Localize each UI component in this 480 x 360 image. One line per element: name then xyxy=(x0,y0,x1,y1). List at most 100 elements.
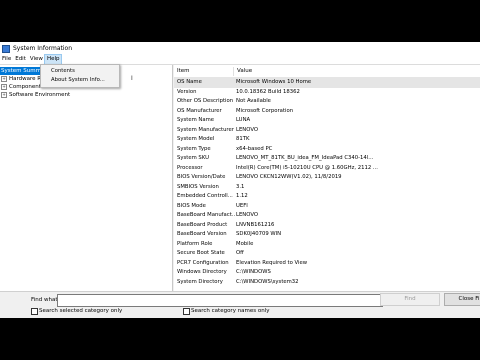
row-item-cell: Platform Role xyxy=(177,240,213,247)
column-header-item[interactable]: Item xyxy=(174,67,234,76)
row-value-cell: Off xyxy=(236,250,244,256)
table-row[interactable]: BIOS Version/Date LENOVO CKCN12WW(V1.02),… xyxy=(174,173,480,183)
help-menu-dropdown: Contents About System Info... xyxy=(40,64,120,88)
row-value-cell: LNVNB161216 xyxy=(236,221,275,228)
menu-help[interactable]: Help xyxy=(43,54,63,65)
row-item-cell: BaseBoard Manufact... xyxy=(177,212,235,218)
search-category-names-label: Search category names only xyxy=(191,308,270,314)
table-row[interactable]: System Manufacturer LENOVO xyxy=(174,126,480,136)
row-value-cell: 3.1 xyxy=(236,183,245,190)
row-item-cell: System Name xyxy=(177,117,215,123)
row-value-cell: 81TK xyxy=(236,136,250,142)
table-row[interactable]: System Type x64-based PC xyxy=(174,145,480,155)
tree-item-software-environment[interactable]: + Software Environment xyxy=(0,91,70,99)
table-row[interactable]: BaseBoard Product LNVNB161216 xyxy=(174,221,480,231)
table-row[interactable]: Embedded Controll... 1.12 xyxy=(174,192,480,202)
table-row[interactable]: BIOS Mode UEFI xyxy=(174,202,480,212)
title-bar: System Information xyxy=(0,42,480,55)
close-find-button[interactable]: Close Fi xyxy=(444,293,480,306)
tree-item-hardware-resources[interactable]: + Hardware R xyxy=(0,75,41,83)
menu-edit[interactable]: Edit xyxy=(13,55,28,64)
expand-plus-icon[interactable]: + xyxy=(1,92,7,98)
row-value-cell: x64-based PC xyxy=(236,145,273,152)
table-row[interactable]: OS Name Microsoft Windows 10 Home xyxy=(174,78,480,88)
system-info-app-icon xyxy=(2,44,10,53)
row-item-cell: PCR7 Configuration xyxy=(177,259,229,266)
table-row[interactable]: System SKU LENOVO_MT_81TK_BU_idea_FM_Idea… xyxy=(174,154,480,164)
row-item-cell: OS Name xyxy=(177,79,202,85)
row-value-cell: LENOVO_MT_81TK_BU_idea_FM_IdeaPad C340-1… xyxy=(236,155,374,161)
find-input[interactable] xyxy=(57,294,383,307)
tree-item-components[interactable]: + Components xyxy=(0,83,44,91)
row-item-cell: Windows Directory xyxy=(177,269,227,275)
table-row[interactable]: Other OS Description Not Available xyxy=(174,97,480,107)
menu-file[interactable]: File xyxy=(0,55,13,64)
row-value-cell: SDK0J40709 WIN xyxy=(236,231,282,237)
row-value-cell: 1.12 xyxy=(236,193,248,199)
row-value-cell: Microsoft Corporation xyxy=(236,107,294,114)
details-list: Item Value OS Name Microsoft Windows 10 H… xyxy=(174,65,480,291)
row-value-cell: Mobile xyxy=(236,240,254,247)
row-value-cell: LUNA xyxy=(236,117,251,123)
row-item-cell: BaseBoard Product xyxy=(177,221,228,228)
row-item-cell: System SKU xyxy=(177,155,210,161)
table-row[interactable]: Windows Directory C:\WINDOWS xyxy=(174,268,480,278)
help-menu-contents[interactable]: Contents xyxy=(51,67,75,76)
row-item-cell: Processor xyxy=(177,164,203,171)
table-row[interactable]: System Name LUNA xyxy=(174,116,480,126)
row-value-cell: C:\WINDOWS\system32 xyxy=(236,278,299,285)
system-information-window: System Information File Edit View Help S… xyxy=(0,42,480,318)
row-item-cell: System Model xyxy=(177,136,215,142)
mouse-cursor-icon: I xyxy=(131,75,133,82)
row-item-cell: SMBIOS Version xyxy=(177,183,219,190)
table-row[interactable]: BaseBoard Version SDK0J40709 WIN xyxy=(174,230,480,240)
row-value-cell: Elevation Required to View xyxy=(236,259,308,266)
table-row[interactable]: Platform Role Mobile xyxy=(174,240,480,250)
row-value-cell: C:\WINDOWS xyxy=(236,269,271,275)
expand-plus-icon[interactable]: + xyxy=(1,76,7,82)
row-value-cell: Not Available xyxy=(236,98,271,104)
column-header-value[interactable]: Value xyxy=(234,67,480,76)
row-value-cell: LENOVO CKCN12WW(V1.02), 11/8/2019 xyxy=(236,174,342,180)
row-item-cell: Other OS Description xyxy=(177,98,234,104)
help-menu-about[interactable]: About System Info... xyxy=(51,76,105,85)
row-item-cell: System Manufacturer xyxy=(177,126,234,133)
search-selected-category-checkbox[interactable] xyxy=(31,308,38,315)
row-value-cell: LENOVO xyxy=(236,126,259,133)
row-item-cell: System Directory xyxy=(177,278,223,285)
table-row[interactable]: SMBIOS Version 3.1 xyxy=(174,183,480,193)
tree-item-label: Components xyxy=(9,84,44,90)
find-button[interactable]: Find xyxy=(380,293,440,306)
table-row[interactable]: System Directory C:\WINDOWS\system32 xyxy=(174,278,480,288)
row-value-cell: UEFI xyxy=(236,202,248,209)
row-item-cell: System Type xyxy=(177,145,211,152)
table-row[interactable]: System Model 81TK xyxy=(174,135,480,145)
row-value-cell: Microsoft Windows 10 Home xyxy=(236,79,312,85)
row-item-cell: BaseBoard Version xyxy=(177,231,227,237)
tree-item-label: Hardware R xyxy=(9,76,42,82)
category-tree: System Summ + Hardware R + Components + … xyxy=(0,65,173,291)
row-value-cell: Intel(R) Core(TM) i5-10210U CPU @ 1.60GH… xyxy=(236,164,378,171)
row-value-cell: 10.0.18362 Build 18362 xyxy=(236,88,300,95)
details-rows: OS Name Microsoft Windows 10 Home Version 1… xyxy=(174,78,480,287)
menu-bar: File Edit View Help xyxy=(0,54,480,65)
column-header-row: Item Value xyxy=(174,65,480,78)
table-row[interactable]: BaseBoard Manufact... LENOVO xyxy=(174,211,480,221)
row-item-cell: BIOS Version/Date xyxy=(177,174,226,180)
expand-plus-icon[interactable]: + xyxy=(1,84,7,90)
table-row[interactable]: Secure Boot State Off xyxy=(174,249,480,259)
window-title: System Information xyxy=(13,45,73,52)
search-category-names-checkbox[interactable] xyxy=(183,308,190,315)
tree-item-label: System Summ xyxy=(1,68,41,74)
row-item-cell: Embedded Controll... xyxy=(177,193,233,199)
table-row[interactable]: Processor Intel(R) Core(TM) i5-10210U CPU… xyxy=(174,164,480,174)
find-panel: Find what: Find Close Fi Search selected… xyxy=(0,291,480,318)
table-row[interactable]: Version 10.0.18362 Build 18362 xyxy=(174,88,480,98)
table-row[interactable]: OS Manufacturer Microsoft Corporation xyxy=(174,107,480,117)
search-selected-category-label: Search selected category only xyxy=(39,308,123,314)
row-item-cell: Secure Boot State xyxy=(177,250,225,256)
row-item-cell: BIOS Mode xyxy=(177,202,206,209)
menu-view[interactable]: View xyxy=(28,55,45,64)
table-row[interactable]: PCR7 Configuration Elevation Required to … xyxy=(174,259,480,269)
tree-item-label: Software Environment xyxy=(9,92,71,98)
